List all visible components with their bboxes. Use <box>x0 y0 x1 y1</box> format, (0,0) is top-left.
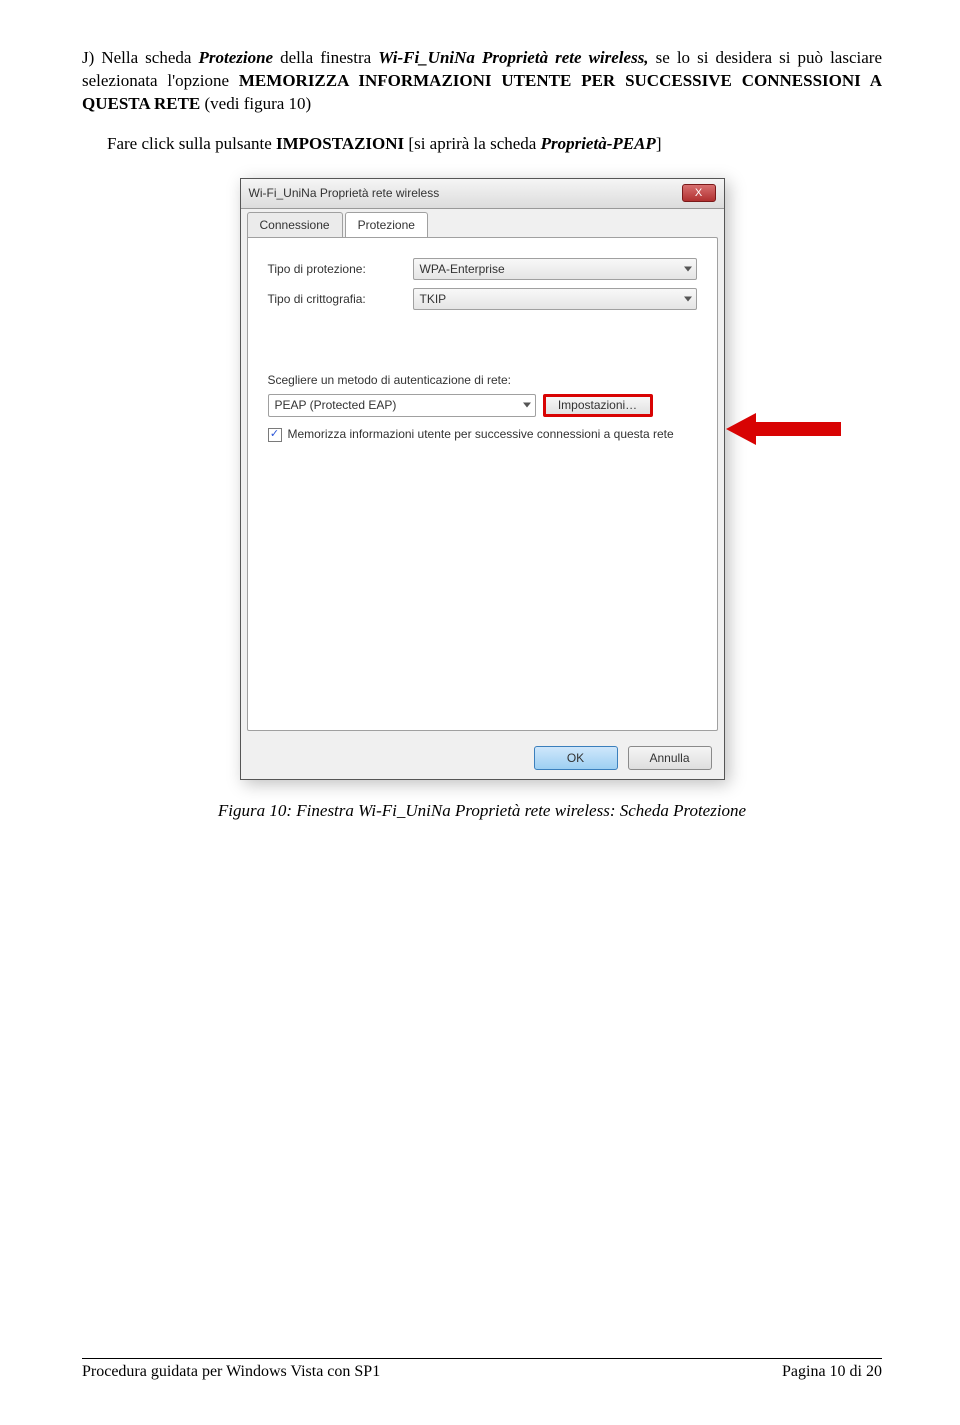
cancel-button[interactable]: Annulla <box>628 746 712 770</box>
auth-method-value: PEAP (Protected EAP) <box>275 397 397 413</box>
encryption-type-value: TKIP <box>420 291 447 307</box>
dialog-body: Tipo di protezione: WPA-Enterprise Tipo … <box>247 237 718 731</box>
text-peap: Proprietà-PEAP <box>541 134 656 153</box>
security-type-label: Tipo di protezione: <box>268 261 413 277</box>
text-protezione: Protezione <box>198 48 273 67</box>
titlebar-text: Wi-Fi_UniNa Proprietà rete wireless <box>249 185 682 201</box>
text-impostazioni: IMPOSTAZIONI <box>276 134 404 153</box>
text: Fare click sulla pulsante <box>107 134 276 153</box>
tab-protezione[interactable]: Protezione <box>345 212 428 237</box>
auth-method-label: Scegliere un metodo di autenticazione di… <box>268 372 697 388</box>
ok-button[interactable]: OK <box>534 746 618 770</box>
remember-credentials-checkbox[interactable]: ✓ <box>268 428 282 442</box>
close-button[interactable]: X <box>682 184 716 202</box>
titlebar[interactable]: Wi-Fi_UniNa Proprietà rete wireless X <box>241 179 724 209</box>
auth-method-select[interactable]: PEAP (Protected EAP) <box>268 394 536 417</box>
chevron-down-icon <box>523 403 531 408</box>
text: ] <box>656 134 662 153</box>
check-icon: ✓ <box>270 429 279 440</box>
wifi-properties-dialog: Wi-Fi_UniNa Proprietà rete wireless X Co… <box>240 178 725 780</box>
remember-credentials-label: Memorizza informazioni utente per succes… <box>288 427 674 441</box>
close-icon: X <box>695 187 702 199</box>
tab-connessione[interactable]: Connessione <box>247 212 343 237</box>
encryption-type-label: Tipo di crittografia: <box>268 291 413 307</box>
dialog-buttons: OK Annulla <box>241 737 724 779</box>
chevron-down-icon <box>684 296 692 301</box>
security-type-value: WPA-Enterprise <box>420 261 505 277</box>
text-window-name: Wi-Fi_UniNa Proprietà rete wireless, <box>378 48 648 67</box>
text: della finestra <box>273 48 378 67</box>
footer-left: Procedura guidata per Windows Vista con … <box>82 1361 380 1383</box>
instruction-paragraph-j: J) Nella scheda Protezione della finestr… <box>82 47 882 116</box>
auth-block: Scegliere un metodo di autenticazione di… <box>268 372 697 442</box>
encryption-type-select[interactable]: TKIP <box>413 288 697 310</box>
figure-caption: Figura 10: Finestra Wi-Fi_UniNa Propriet… <box>82 800 882 823</box>
chevron-down-icon <box>684 266 692 271</box>
red-arrow-icon <box>726 410 841 448</box>
text: (vedi figura 10) <box>200 94 311 113</box>
figure-10: Wi-Fi_UniNa Proprietà rete wireless X Co… <box>240 178 725 780</box>
text: [si aprirà la scheda <box>404 134 540 153</box>
text: J) Nella scheda <box>82 48 198 67</box>
footer-right: Pagina 10 di 20 <box>782 1361 882 1383</box>
tabbar: Connessione Protezione <box>241 209 724 237</box>
instruction-click: Fare click sulla pulsante IMPOSTAZIONI [… <box>107 133 882 156</box>
settings-button[interactable]: Impostazioni… <box>543 394 653 417</box>
security-type-select[interactable]: WPA-Enterprise <box>413 258 697 280</box>
page-footer: Procedura guidata per Windows Vista con … <box>82 1358 882 1383</box>
